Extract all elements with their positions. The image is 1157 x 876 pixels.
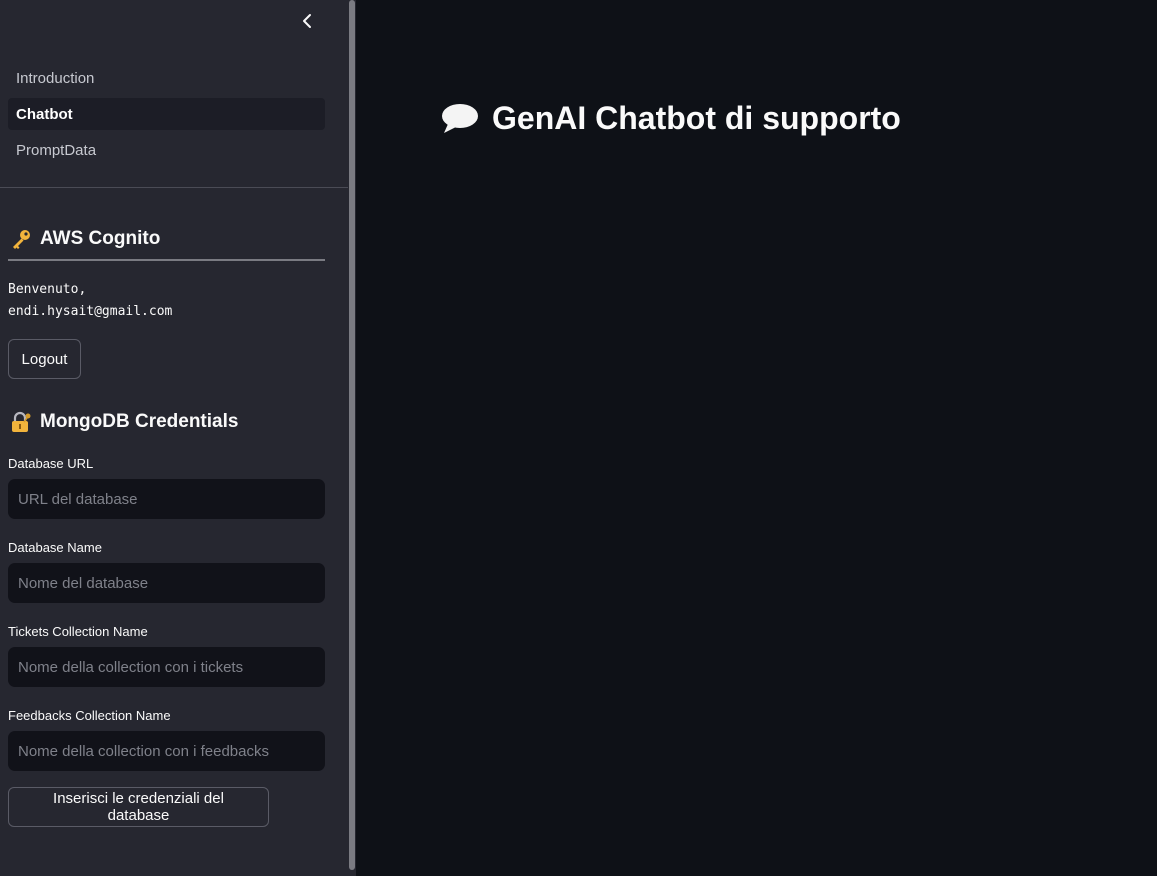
mongo-heading: MongoDB Credentials [10,411,238,433]
mongo-title: MongoDB Credentials [40,411,239,432]
database-name-input[interactable] [8,563,325,603]
app: Introduction Chatbot PromptData AWS Cogn… [0,0,1157,876]
feedbacks-collection-input[interactable] [8,731,325,771]
page-title: GenAI Chatbot di supporto [440,96,901,140]
database-name-label: Database Name [8,540,102,555]
nav-item-label: Introduction [16,69,95,87]
sidebar-nav: Introduction Chatbot PromptData [8,62,325,170]
speech-bubble-icon [442,104,478,133]
sidebar-scrollbar[interactable] [349,0,355,870]
heading-divider [8,259,325,261]
submit-credentials-button[interactable]: Inserisci le credenziali del database [8,787,269,827]
chevron-left-icon [303,14,311,28]
database-url-label: Database URL [8,456,94,471]
nav-item-label: Chatbot [16,105,73,123]
cognito-heading: AWS Cognito [10,228,160,250]
key-icon [13,230,30,249]
welcome-message: Benvenuto, endi.hysait@gmail.com [8,279,172,323]
welcome-greeting: Benvenuto, [8,282,87,297]
nav-item-chatbot[interactable]: Chatbot [8,98,325,130]
lock-with-key-icon [12,411,31,432]
nav-divider [0,187,348,188]
nav-item-promptdata[interactable]: PromptData [8,134,325,166]
feedbacks-collection-label: Feedbacks Collection Name [8,708,171,723]
collapse-sidebar-button[interactable] [296,10,318,32]
database-url-input[interactable] [8,479,325,519]
nav-item-label: PromptData [16,141,97,159]
page-title-text: GenAI Chatbot di supporto [492,99,901,136]
nav-item-introduction[interactable]: Introduction [8,62,325,94]
logout-button[interactable]: Logout [8,339,81,379]
user-email: endi.hysait@gmail.com [8,304,173,319]
cognito-title: AWS Cognito [40,228,161,249]
tickets-collection-label: Tickets Collection Name [8,624,148,639]
tickets-collection-input[interactable] [8,647,325,687]
sidebar: Introduction Chatbot PromptData AWS Cogn… [0,0,348,876]
